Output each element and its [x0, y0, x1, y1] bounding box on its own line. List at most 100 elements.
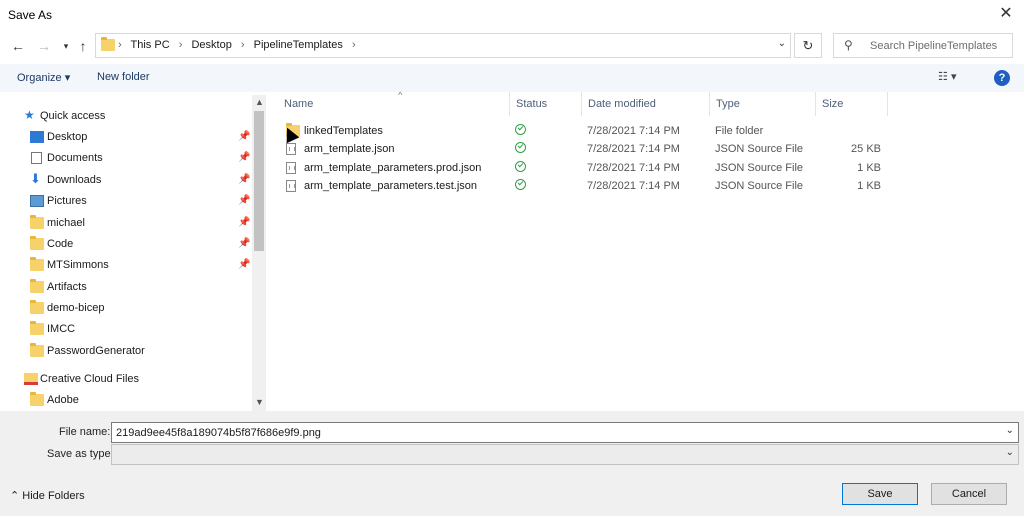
sidebar-item-downloads[interactable]: ⬇ Downloads 📌	[0, 171, 252, 191]
column-header-name[interactable]: Name ^	[278, 90, 510, 116]
refresh-icon[interactable]: ↻	[794, 33, 822, 58]
sidebar-item-michael[interactable]: michael 📌	[0, 214, 252, 234]
column-header-status[interactable]: Status	[510, 92, 582, 116]
sidebar-item-label: demo-bicep	[47, 302, 105, 314]
breadcrumb-desktop[interactable]: Desktop	[191, 39, 231, 51]
help-icon[interactable]: ?	[994, 70, 1010, 86]
up-arrow-icon[interactable]: ↑	[73, 36, 93, 56]
sidebar-item-creative-cloud-files[interactable]: Creative Cloud Files	[0, 370, 252, 390]
pin-icon: 📌	[238, 217, 251, 228]
pin-icon: 📌	[238, 152, 251, 163]
file-size: 1 KB	[857, 180, 881, 192]
search-icon: ⚲	[844, 38, 853, 52]
sidebar-item-passwordgenerator[interactable]: PasswordGenerator	[0, 342, 252, 362]
file-type: JSON Source File	[715, 162, 804, 174]
chevron-down-icon[interactable]: ⌄	[1006, 425, 1014, 436]
scrollbar-thumb[interactable]	[254, 111, 264, 251]
sidebar-item-adobe[interactable]: Adobe	[0, 391, 252, 411]
sort-ascending-icon: ^	[398, 90, 403, 100]
pin-icon: 📌	[238, 195, 251, 206]
chevron-up-icon: ⌃	[10, 490, 20, 502]
caret-down-icon: ▾	[950, 71, 957, 83]
sidebar-item-desktop[interactable]: Desktop 📌	[0, 128, 252, 148]
breadcrumb-separator-icon: ›	[178, 39, 183, 51]
file-name-label: File name:	[59, 426, 111, 438]
file-date: 7/28/2021 7:14 PM	[587, 162, 680, 174]
chevron-down-icon[interactable]: ⌄	[1006, 447, 1014, 458]
chevron-down-icon[interactable]: ⌄	[778, 38, 786, 49]
sidebar-item-code[interactable]: Code 📌	[0, 235, 252, 255]
search-input[interactable]: Search PipelineTemplates	[870, 40, 997, 52]
column-header-label: Date modified	[588, 98, 656, 110]
folder-icon	[30, 236, 44, 250]
change-view-button[interactable]: ☷ ▾	[938, 70, 956, 83]
scroll-down-icon[interactable]: ▼	[255, 397, 264, 407]
documents-icon	[31, 152, 42, 164]
file-size: 25 KB	[851, 143, 881, 155]
save-as-type-select[interactable]: ⌄	[111, 444, 1019, 465]
column-header-label: Status	[516, 98, 548, 110]
sidebar-item-label: Desktop	[47, 131, 88, 143]
file-date: 7/28/2021 7:14 PM	[587, 180, 680, 192]
file-name: arm_template.json	[304, 143, 395, 155]
caret-down-icon: ▾	[64, 72, 71, 84]
file-icon	[286, 162, 296, 174]
table-row[interactable]: arm_template.json 7/28/2021 7:14 PM JSON…	[270, 140, 1024, 158]
forward-arrow-icon[interactable]: →	[34, 36, 54, 56]
sync-status-check-icon	[515, 124, 526, 135]
file-name: arm_template_parameters.prod.json	[304, 162, 482, 174]
sidebar-item-quick-access[interactable]: ★ Quick access	[0, 107, 252, 127]
table-row[interactable]: linkedTemplates 7/28/2021 7:14 PM File f…	[270, 122, 1024, 140]
breadcrumb-pipelinetemplates[interactable]: PipelineTemplates	[254, 39, 343, 51]
folder-icon	[101, 37, 115, 51]
column-header-date-modified[interactable]: Date modified	[582, 92, 710, 116]
table-row[interactable]: arm_template_parameters.prod.json 7/28/2…	[270, 159, 1024, 177]
sidebar-scrollbar[interactable]: ▲ ▼	[252, 95, 266, 411]
breadcrumb-this-pc[interactable]: This PC	[131, 39, 170, 51]
save-button[interactable]: Save	[842, 483, 918, 505]
file-size: 1 KB	[857, 162, 881, 174]
organize-button[interactable]: Organize ▾	[17, 71, 70, 84]
sidebar-item-documents[interactable]: Documents 📌	[0, 149, 252, 169]
sidebar-item-label: Quick access	[40, 110, 106, 122]
breadcrumb: › This PC › Desktop › PipelineTemplates …	[118, 39, 362, 51]
sidebar-item-demo-bicep[interactable]: demo-bicep	[0, 299, 252, 319]
back-arrow-icon[interactable]: ←	[8, 36, 28, 56]
file-name-field[interactable]: 219ad9ee45f8a189074b5f87f686e9f9.png ⌄	[111, 422, 1019, 443]
close-icon[interactable]: ✕	[996, 4, 1016, 24]
details-view-icon: ☷	[938, 71, 948, 83]
sidebar-item-imcc[interactable]: IMCC	[0, 320, 252, 340]
search-box[interactable]: ⚲ Search PipelineTemplates	[833, 33, 1013, 58]
address-bar[interactable]: › This PC › Desktop › PipelineTemplates …	[95, 33, 791, 58]
new-folder-button[interactable]: New folder	[97, 71, 150, 83]
sidebar-item-label: michael	[47, 217, 85, 229]
file-name: arm_template_parameters.test.json	[304, 180, 478, 192]
window-title: Save As	[8, 8, 53, 22]
file-date: 7/28/2021 7:14 PM	[587, 143, 680, 155]
sidebar-item-pictures[interactable]: Pictures 📌	[0, 192, 252, 212]
sidebar-item-label: Downloads	[47, 174, 102, 186]
table-row[interactable]: arm_template_parameters.test.json 7/28/2…	[270, 177, 1024, 195]
hide-folders-button[interactable]: ⌃ Hide Folders	[10, 489, 85, 502]
hide-folders-label: Hide Folders	[22, 490, 85, 502]
column-header-size[interactable]: Size	[816, 92, 888, 116]
sync-status-check-icon	[515, 179, 526, 190]
pin-icon: 📌	[238, 259, 251, 270]
sidebar-item-label: Artifacts	[47, 281, 87, 293]
sidebar-item-label: Documents	[47, 152, 103, 164]
cancel-button[interactable]: Cancel	[931, 483, 1007, 505]
pin-icon: 📌	[238, 131, 251, 142]
sidebar-item-artifacts[interactable]: Artifacts	[0, 278, 252, 298]
column-header-type[interactable]: Type	[710, 92, 816, 116]
folder-icon	[30, 215, 44, 229]
save-panel: File name: 219ad9ee45f8a189074b5f87f686e…	[0, 411, 1024, 516]
sidebar-item-label: MTSimmons	[47, 259, 109, 271]
navigation-bar: ← → ▾ ↑ › This PC › Desktop › PipelineTe…	[0, 30, 1024, 62]
sync-status-check-icon	[515, 161, 526, 172]
creative-cloud-icon	[24, 373, 38, 385]
folder-icon	[30, 279, 44, 293]
scroll-up-icon[interactable]: ▲	[255, 97, 264, 107]
pin-icon: 📌	[238, 238, 251, 249]
sidebar-item-mtsimmons[interactable]: MTSimmons 📌	[0, 256, 252, 276]
column-header-label: Name	[284, 98, 314, 110]
